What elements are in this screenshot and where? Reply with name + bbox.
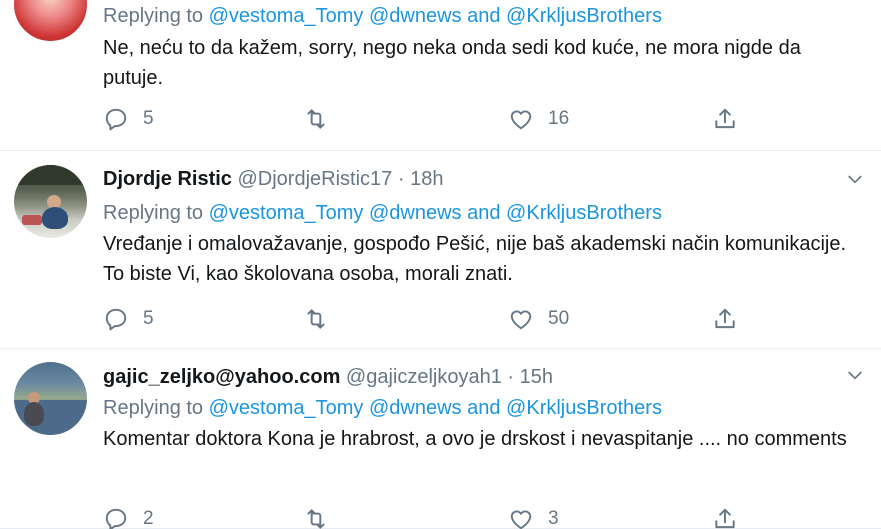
mention-link[interactable]: @KrkljusBrothers (506, 202, 662, 224)
and-label: and (467, 397, 501, 419)
avatar[interactable] (14, 0, 87, 41)
reply-count: 5 (143, 308, 154, 329)
share-button[interactable] (712, 504, 738, 529)
and-label: and (467, 202, 501, 224)
replying-to: Replying to @vestoma_Tomy @dwnews and @K… (103, 395, 662, 421)
like-count: 50 (548, 308, 570, 329)
like-count: 16 (548, 108, 570, 129)
avatar-object (22, 215, 42, 225)
reply-count: 2 (143, 508, 154, 529)
replying-to: Replying to @vestoma_Tomy @dwnews and @K… (103, 200, 662, 226)
retweet-icon (307, 509, 325, 529)
replying-to-label: Replying to (103, 202, 204, 224)
share-button[interactable] (712, 304, 738, 334)
tweet-actions: 5 50 (103, 304, 743, 334)
tweet-text: Komentar doktora Kona je hrabrost, a ovo… (103, 428, 847, 450)
retweet-button[interactable] (303, 504, 343, 529)
user-handle[interactable]: @gajiczeljkoyah1 (346, 366, 502, 388)
separator-dot: · (507, 366, 515, 388)
and-label: and (467, 5, 501, 27)
chevron-down-icon[interactable] (845, 365, 865, 385)
reply-icon (105, 308, 127, 331)
display-name[interactable]: Djordje Ristic (103, 168, 232, 190)
heart-icon (510, 510, 532, 529)
reply-icon (105, 108, 127, 131)
share-icon (715, 308, 735, 329)
reply-button[interactable]: 5 (103, 304, 154, 334)
tweet-actions: 2 3 (103, 504, 743, 529)
mention-link[interactable]: @KrkljusBrothers (506, 5, 662, 27)
avatar[interactable] (14, 362, 87, 435)
heart-icon (510, 310, 532, 330)
mention-link[interactable]: @vestoma_Tomy (209, 202, 364, 224)
mention-link[interactable]: @dwnews (369, 202, 462, 224)
replying-to-label: Replying to (103, 397, 204, 419)
heart-icon (510, 110, 532, 130)
tweet[interactable]: Replying to @vestoma_Tomy @dwnews and @K… (0, 0, 881, 151)
avatar-body (42, 207, 68, 229)
user-handle[interactable]: @DjordjeRistic17 (237, 168, 392, 190)
chevron-down-icon[interactable] (845, 169, 865, 189)
mention-link[interactable]: @dwnews (369, 397, 462, 419)
reply-button[interactable]: 2 (103, 504, 154, 529)
reply-button[interactable]: 5 (103, 104, 154, 134)
timestamp[interactable]: 18h (410, 168, 443, 190)
reply-icon (105, 508, 127, 529)
replying-to: Replying to @vestoma_Tomy @dwnews and @K… (103, 3, 662, 29)
avatar-body (24, 402, 44, 426)
tweet-header: gajic_zeljko@yahoo.com @gajiczeljkoyah1 … (103, 364, 553, 390)
replying-to-label: Replying to (103, 5, 204, 27)
mention-link[interactable]: @KrkljusBrothers (506, 397, 662, 419)
mention-link[interactable]: @dwnews (369, 5, 462, 27)
tweet-header: Djordje Ristic @DjordjeRistic17 · 18h (103, 166, 443, 192)
like-button[interactable]: 3 (508, 504, 559, 529)
avatar-bg (14, 165, 87, 185)
share-icon (715, 508, 735, 529)
tweet-text: Ne, neću to da kažem, sorry, nego neka o… (103, 37, 801, 89)
tweet[interactable]: Djordje Ristic @DjordjeRistic17 · 18h Re… (0, 151, 881, 349)
like-count: 3 (548, 508, 559, 529)
display-name[interactable]: gajic_zeljko@yahoo.com (103, 366, 340, 388)
retweet-icon (307, 109, 325, 129)
mention-link[interactable]: @vestoma_Tomy (209, 397, 364, 419)
timestamp[interactable]: 15h (520, 366, 553, 388)
avatar[interactable] (14, 165, 87, 238)
separator-dot: · (397, 168, 405, 190)
share-button[interactable] (712, 104, 738, 134)
mention-link[interactable]: @vestoma_Tomy (209, 5, 364, 27)
reply-count: 5 (143, 108, 154, 129)
retweet-button[interactable] (303, 104, 343, 134)
tweet-text: Vređanje i omalovažavanje, gospođo Pešić… (103, 233, 847, 285)
tweet[interactable]: gajic_zeljko@yahoo.com @gajiczeljkoyah1 … (0, 349, 881, 529)
tweet-actions: 5 16 (103, 104, 743, 134)
retweet-button[interactable] (303, 304, 343, 334)
like-button[interactable]: 50 (508, 304, 569, 334)
retweet-icon (307, 309, 325, 329)
like-button[interactable]: 16 (508, 104, 569, 134)
share-icon (715, 108, 735, 129)
